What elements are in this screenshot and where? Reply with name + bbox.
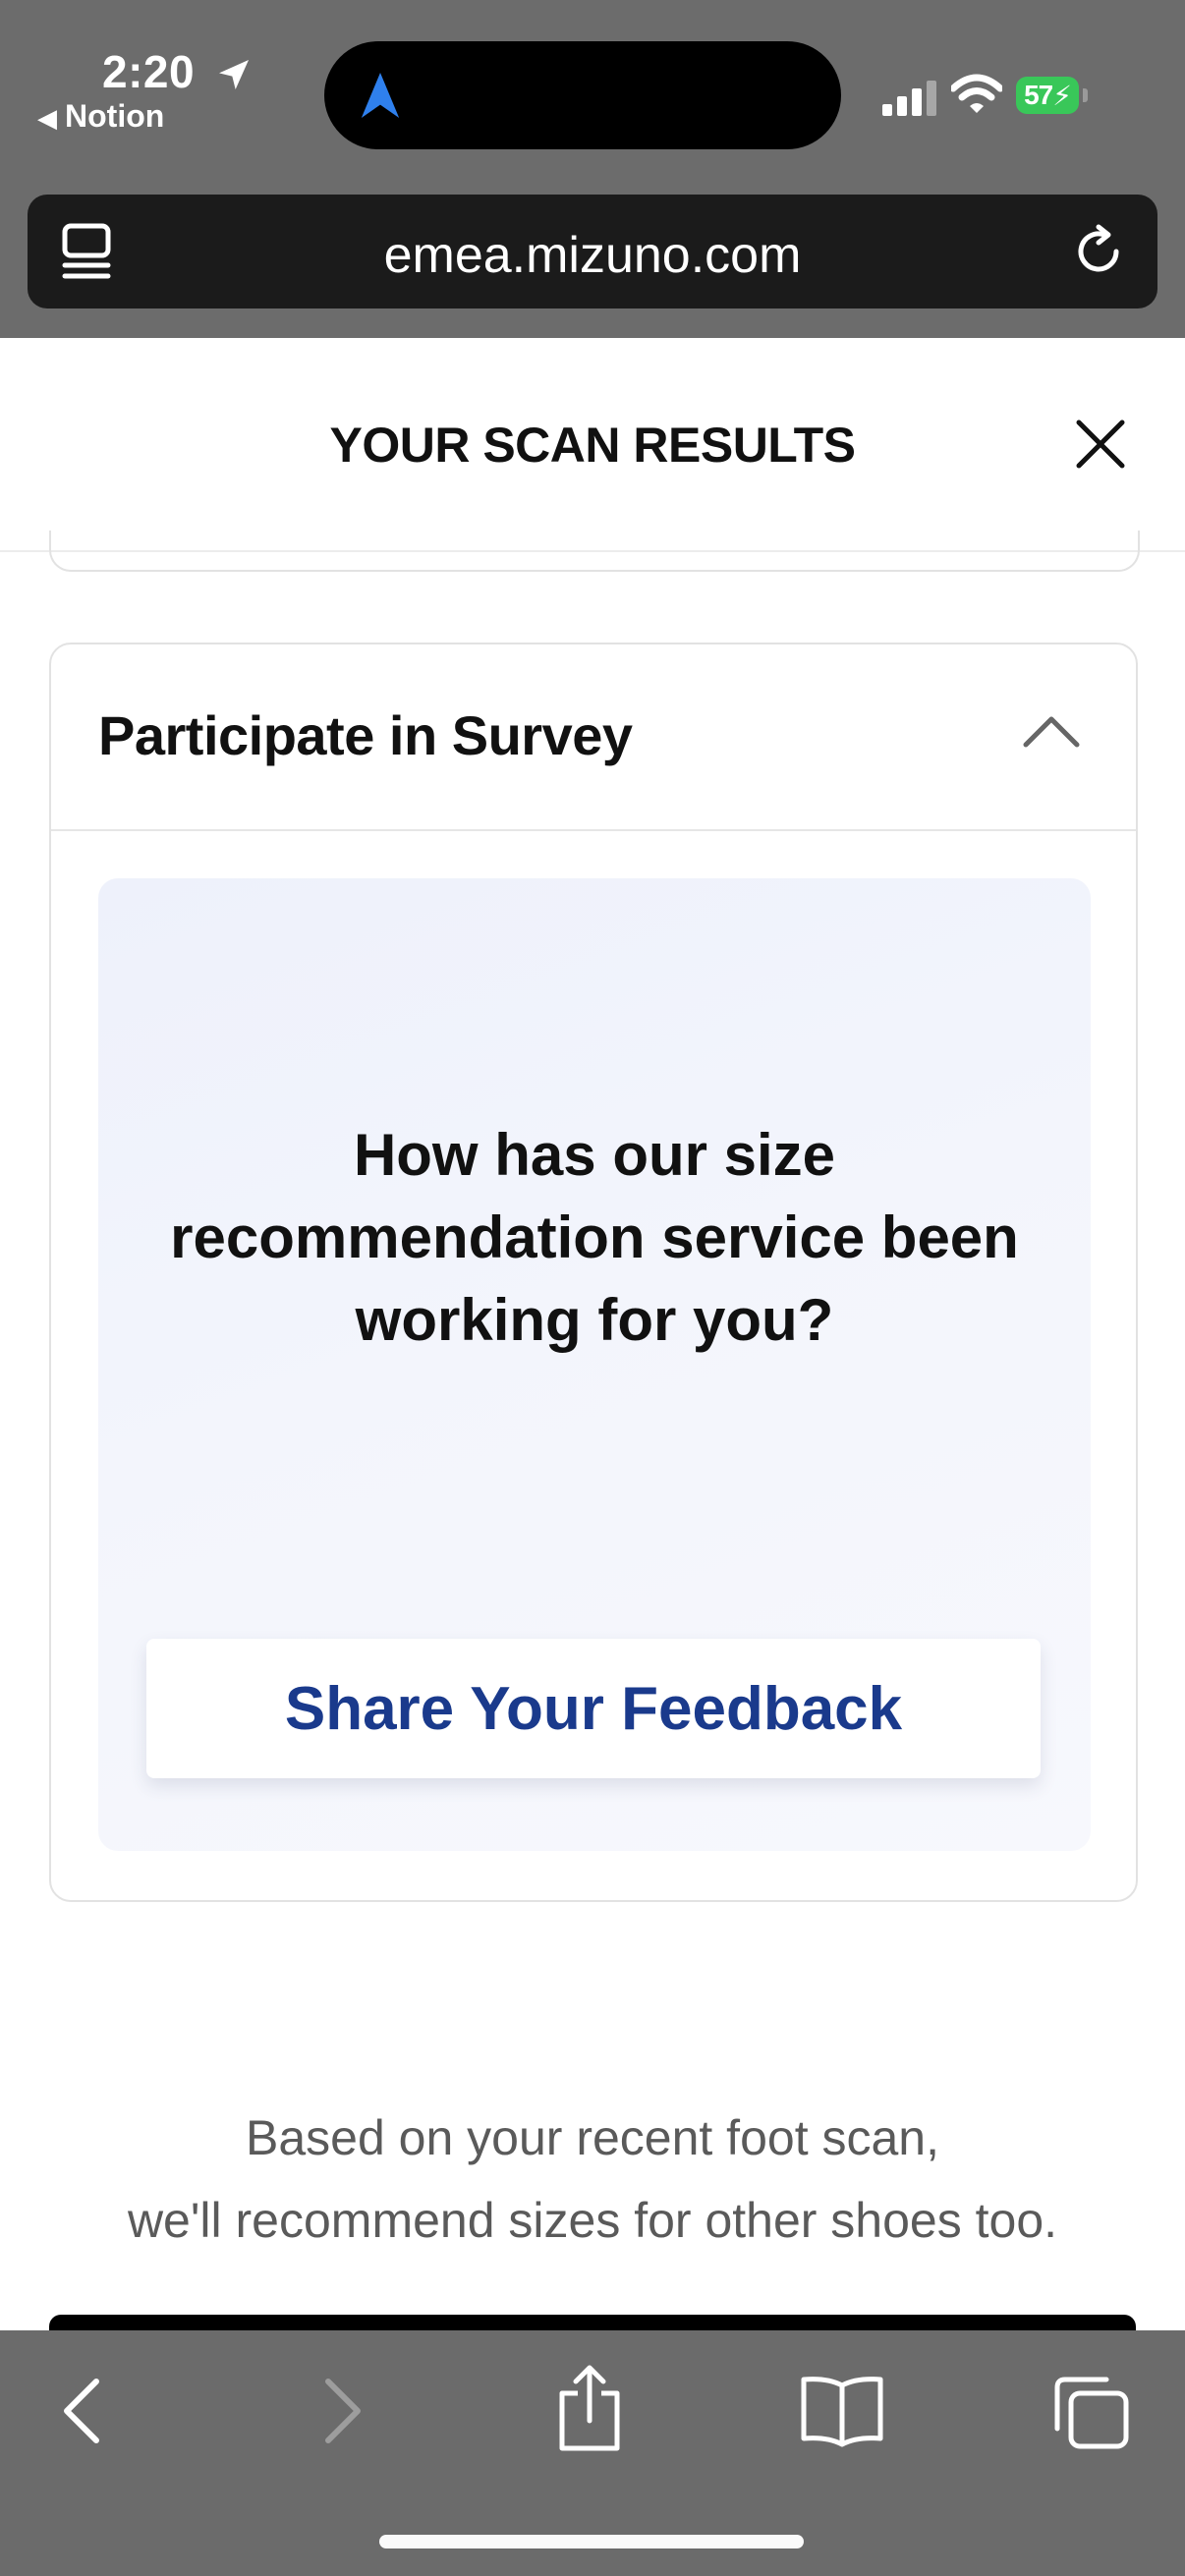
cellular-signal-icon [882, 81, 936, 116]
close-icon[interactable] [1071, 415, 1130, 474]
back-arrow-icon[interactable] [45, 2372, 124, 2450]
recommendation-note: Based on your recent foot scan, we'll re… [0, 2097, 1185, 2262]
address-bar[interactable]: emea.mizuno.com [28, 195, 1157, 308]
battery-indicator: 57 ⚡ [1016, 77, 1079, 114]
tabs-icon[interactable] [1049, 2374, 1132, 2452]
chevron-up-icon[interactable] [1020, 709, 1083, 753]
reload-icon[interactable] [1069, 222, 1128, 281]
share-icon[interactable] [550, 2364, 629, 2452]
recommendation-line-2: we'll recommend sizes for other shoes to… [127, 2193, 1058, 2248]
back-to-app-link[interactable]: ◀ Notion [37, 98, 164, 135]
previous-card-edge [49, 531, 1140, 572]
forward-arrow-icon[interactable] [301, 2372, 379, 2450]
url-text: emea.mizuno.com [383, 227, 802, 284]
charging-bolt-icon: ⚡ [1052, 80, 1072, 111]
survey-question: How has our size recommendation service … [170, 1122, 1019, 1353]
page-title: YOUR SCAN RESULTS [329, 418, 856, 473]
survey-card: Participate in Survey How has our size r… [49, 643, 1138, 1902]
modal-header: YOUR SCAN RESULTS [0, 338, 1185, 552]
share-feedback-button[interactable]: Share Your Feedback [146, 1639, 1041, 1778]
battery-level: 57 [1024, 80, 1053, 110]
recommendation-line-1: Based on your recent foot scan, [246, 2110, 939, 2165]
browser-top-chrome: 2:20 ◀ Notion 57 ⚡ emea.mizuno.com [0, 0, 1185, 338]
status-time: 2:20 [102, 46, 196, 97]
bookmarks-icon[interactable] [798, 2374, 886, 2448]
navigation-arrow-icon [361, 73, 400, 118]
battery-cap [1083, 88, 1088, 102]
wifi-icon [951, 74, 1002, 113]
survey-accordion-header[interactable]: Participate in Survey [51, 644, 1136, 831]
back-app-label: Notion [65, 98, 165, 134]
back-triangle-icon: ◀ [37, 103, 57, 133]
survey-title: Participate in Survey [98, 704, 633, 766]
home-indicator[interactable] [379, 2535, 804, 2548]
location-arrow-icon [219, 60, 249, 89]
dynamic-island [324, 41, 841, 149]
feedback-panel: How has our size recommendation service … [98, 878, 1091, 1851]
